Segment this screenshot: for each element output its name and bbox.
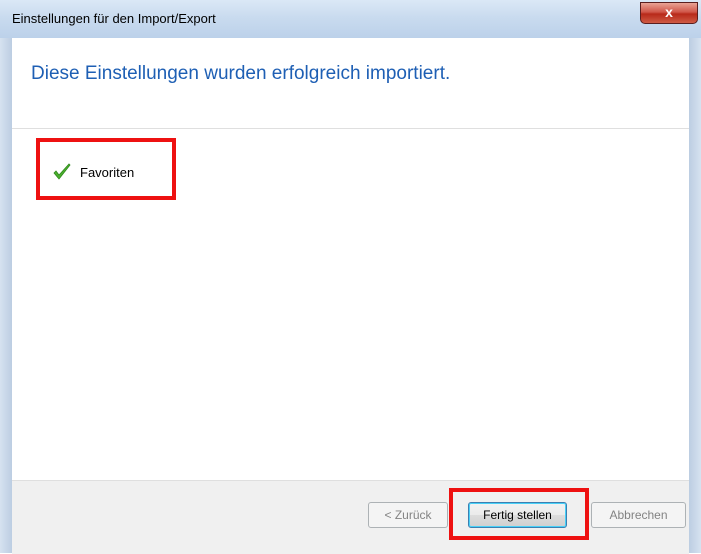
dialog-header: Diese Einstellungen wurden erfolgreich i… bbox=[12, 38, 689, 129]
window-frame-left bbox=[0, 38, 12, 553]
window-frame-right bbox=[689, 38, 701, 553]
highlight-box-favoriten bbox=[36, 138, 176, 200]
title-bar[interactable]: Einstellungen für den Import/Export x bbox=[0, 0, 701, 39]
highlight-box-finish bbox=[449, 488, 589, 540]
window-title: Einstellungen für den Import/Export bbox=[12, 11, 216, 26]
import-export-dialog: Einstellungen für den Import/Export x Di… bbox=[0, 0, 701, 554]
page-title: Diese Einstellungen wurden erfolgreich i… bbox=[31, 63, 451, 84]
back-button[interactable]: < Zurück bbox=[368, 502, 448, 528]
cancel-button[interactable]: Abbrechen bbox=[591, 502, 686, 528]
close-button[interactable]: x bbox=[640, 2, 698, 24]
